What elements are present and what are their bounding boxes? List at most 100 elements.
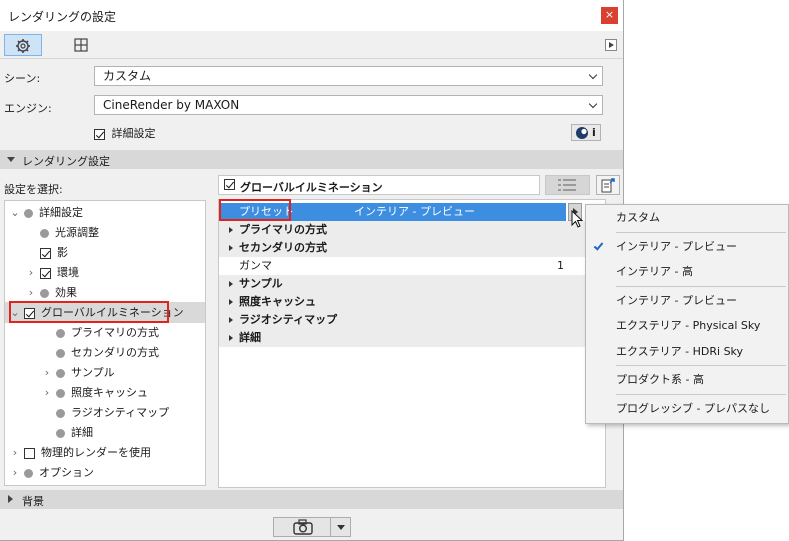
export-button[interactable]	[596, 175, 620, 195]
chevron-right-icon[interactable]: ›	[41, 383, 53, 403]
tree-item[interactable]: › オプション	[9, 463, 94, 483]
gamma-value[interactable]: 1	[557, 257, 564, 275]
bullet-icon	[56, 328, 65, 338]
tree-item[interactable]: 詳細	[41, 423, 93, 443]
preset-option-custom[interactable]: カスタム	[616, 208, 660, 228]
sample-label: サンプル	[239, 277, 283, 290]
expand-icon	[229, 245, 233, 251]
settings-tree: ⌄ 詳細設定 光源調整影 › 環境 › 効果 ⌄ グローバルイルミネーション プライマリの方式 セカ…	[4, 200, 206, 486]
chevron-down-icon	[337, 525, 345, 530]
primary-label: プライマリの方式	[239, 223, 327, 236]
expand-icon	[229, 281, 233, 287]
bullet-icon	[24, 208, 33, 218]
chevron-right-icon[interactable]: ›	[9, 443, 21, 463]
engine-value: CineRender by MAXON	[103, 98, 240, 112]
mouse-cursor-icon	[571, 210, 584, 228]
window-title: レンダリングの設定	[8, 10, 117, 24]
tab-bar	[0, 31, 623, 59]
detail-label: 詳細	[239, 331, 261, 344]
irradiance-label: 照度キャッシュ	[239, 295, 316, 308]
preset-option-exterior-physical[interactable]: エクステリア - Physical Sky	[616, 316, 760, 336]
rendering-settings-section[interactable]: レンダリング設定	[0, 150, 623, 169]
render-settings-window: レンダリングの設定 × シーン: カスタム エンジン: CineRender b…	[0, 0, 624, 541]
tree-item[interactable]: 光源調整	[25, 223, 99, 243]
tree-item[interactable]: › 物理的レンダーを使用	[9, 443, 151, 463]
gi-header-checkbox[interactable]: グローバルイルミネーション	[218, 175, 540, 195]
background-section[interactable]: 背景	[0, 490, 623, 509]
tree-item[interactable]: ⌄ 詳細設定	[9, 203, 83, 223]
rendering-settings-label: レンダリング設定	[22, 155, 110, 168]
preset-option-interior-high[interactable]: インテリア - 高	[616, 262, 693, 282]
scroll-right-icon[interactable]	[605, 39, 617, 51]
expand-icon	[229, 317, 233, 323]
engine-select[interactable]: CineRender by MAXON	[94, 95, 603, 115]
tree-item[interactable]: › 環境	[25, 263, 79, 283]
render-options-button[interactable]	[330, 517, 351, 537]
property-panel: プリセット インテリア - プレビュー プライマリの方式 セカンダリの方式 ガン…	[218, 199, 606, 488]
radiosity-group[interactable]: ラジオシティマップ	[219, 311, 605, 329]
tree-item[interactable]: › 効果	[25, 283, 77, 303]
list-options-button[interactable]	[545, 175, 590, 195]
gamma-row[interactable]: ガンマ 1	[219, 257, 605, 275]
checkbox-icon[interactable]	[24, 447, 35, 459]
expand-icon	[229, 227, 233, 233]
tree-item-label: 物理的レンダーを使用	[41, 446, 151, 459]
preset-option-interior-preview[interactable]: インテリア - プレビュー	[616, 291, 737, 311]
bullet-icon	[56, 388, 65, 398]
export-icon	[601, 178, 615, 193]
tab-grid[interactable]	[62, 34, 100, 56]
preset-option-exterior-hdri[interactable]: エクステリア - HDRi Sky	[616, 342, 743, 362]
preset-option-product-high[interactable]: プロダクト系 - 高	[616, 370, 704, 390]
detail-group[interactable]: 詳細	[219, 329, 605, 347]
radiosity-label: ラジオシティマップ	[239, 313, 338, 326]
tab-settings[interactable]	[4, 34, 42, 56]
tree-item[interactable]: 影	[25, 243, 68, 263]
preset-value: インテリア - プレビュー	[354, 205, 475, 218]
menu-separator	[616, 286, 786, 287]
list-icon	[558, 179, 576, 191]
gear-icon	[16, 39, 30, 53]
close-button[interactable]: ×	[601, 7, 618, 24]
chevron-down-icon	[588, 99, 598, 109]
collapse-icon	[7, 157, 15, 162]
background-label: 背景	[22, 495, 44, 508]
chevron-right-icon[interactable]: ›	[41, 363, 53, 383]
chevron-down-icon[interactable]: ⌄	[9, 203, 21, 223]
preset-option-progressive[interactable]: プログレッシブ - プレパスなし	[616, 399, 770, 419]
render-camera-button[interactable]	[273, 517, 331, 537]
gi-header-label: グローバルイルミネーション	[240, 181, 383, 194]
tree-item[interactable]: › サンプル	[41, 363, 115, 383]
detail-settings-label: 詳細設定	[111, 127, 156, 140]
secondary-group[interactable]: セカンダリの方式	[219, 239, 605, 257]
scene-select[interactable]: カスタム	[94, 66, 603, 86]
gamma-label: ガンマ	[239, 259, 272, 272]
menu-separator	[616, 394, 786, 395]
engine-label: エンジン:	[4, 102, 52, 115]
checkbox-icon[interactable]	[40, 247, 51, 259]
bullet-icon	[40, 288, 49, 298]
chevron-right-icon[interactable]: ›	[9, 463, 21, 483]
bullet-icon	[56, 348, 65, 358]
tree-item-label: 光源調整	[55, 226, 99, 239]
tree-item[interactable]: › 照度キャッシュ	[41, 383, 148, 403]
tree-item-label: オプション	[39, 466, 94, 479]
tree-item[interactable]: プライマリの方式	[41, 323, 159, 343]
irradiance-group[interactable]: 照度キャッシュ	[219, 293, 605, 311]
expand-icon	[229, 335, 233, 341]
primary-group[interactable]: プライマリの方式	[219, 221, 605, 239]
tree-item-label: セカンダリの方式	[71, 346, 159, 359]
checkbox-icon[interactable]	[40, 267, 51, 279]
sample-group[interactable]: サンプル	[219, 275, 605, 293]
chevron-right-icon[interactable]: ›	[25, 283, 37, 303]
tree-item[interactable]: ラジオシティマップ	[41, 403, 169, 423]
tree-item[interactable]: セカンダリの方式	[41, 343, 159, 363]
tree-item-label: サンプル	[71, 366, 115, 379]
gi-highlight-box	[9, 301, 169, 323]
camera-icon	[293, 519, 313, 535]
scene-value: カスタム	[103, 69, 152, 83]
chevron-right-icon[interactable]: ›	[25, 263, 37, 283]
bullet-icon	[24, 468, 33, 478]
engine-info-button[interactable]: i	[571, 124, 601, 141]
preset-option-interior-preview-checked[interactable]: インテリア - プレビュー	[586, 237, 788, 257]
detail-settings-checkbox[interactable]: 詳細設定	[94, 125, 156, 141]
